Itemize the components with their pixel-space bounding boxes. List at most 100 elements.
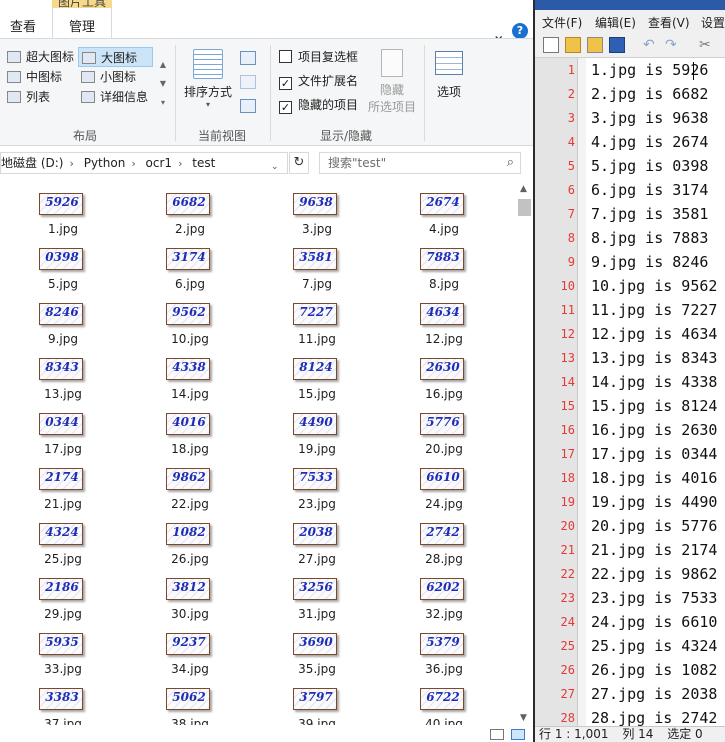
file-item[interactable]: 2742 28.jpg [399, 510, 489, 566]
line-text[interactable]: 17.jpg is 0344 [591, 442, 717, 466]
code-line[interactable]: 20 20.jpg is 5776 [535, 514, 725, 538]
captcha-thumbnail[interactable]: 4490 [293, 413, 337, 435]
menu-view[interactable]: 查看(V) [648, 14, 690, 31]
sort-by-button[interactable]: 排序方式 ▾ [182, 49, 234, 109]
line-text[interactable]: 24.jpg is 6610 [591, 610, 717, 634]
captcha-thumbnail[interactable]: 8343 [39, 358, 83, 380]
code-line[interactable]: 18 18.jpg is 4016 [535, 466, 725, 490]
file-item[interactable]: 3383 37.jpg [18, 675, 108, 725]
code-line[interactable]: 1 1.jpg is 5926 [535, 58, 725, 82]
captcha-thumbnail[interactable]: 7533 [293, 468, 337, 490]
file-name[interactable]: 30.jpg [145, 607, 235, 621]
text-editor[interactable]: 1 1.jpg is 5926 2 2.jpg is 6682 3 3.jpg is 96… [535, 58, 725, 727]
captcha-thumbnail[interactable]: 4634 [420, 303, 464, 325]
line-text[interactable]: 23.jpg is 7533 [591, 586, 717, 610]
file-item[interactable]: 6722 40.jpg [399, 675, 489, 725]
captcha-thumbnail[interactable]: 2674 [420, 193, 464, 215]
code-line[interactable]: 9 9.jpg is 8246 [535, 250, 725, 274]
file-name[interactable]: 28.jpg [399, 552, 489, 566]
file-item[interactable]: 0398 5.jpg [18, 235, 108, 291]
captcha-thumbnail[interactable]: 7227 [293, 303, 337, 325]
file-item[interactable]: 8124 15.jpg [272, 345, 362, 401]
search-icon[interactable]: ⌕ [507, 153, 514, 173]
captcha-thumbnail[interactable]: 3812 [166, 578, 210, 600]
file-item[interactable]: 6682 2.jpg [145, 180, 235, 236]
search-input[interactable]: 搜索"test" ⌕ [319, 152, 521, 174]
captcha-thumbnail[interactable]: 6202 [420, 578, 464, 600]
new-file-icon[interactable] [543, 37, 559, 53]
file-item[interactable]: 6202 32.jpg [399, 565, 489, 621]
file-name[interactable]: 34.jpg [145, 662, 235, 676]
file-item[interactable]: 9237 34.jpg [145, 620, 235, 676]
file-name[interactable]: 39.jpg [272, 717, 362, 725]
file-item[interactable]: 3174 6.jpg [145, 235, 235, 291]
code-line[interactable]: 21 21.jpg is 2174 [535, 538, 725, 562]
file-name[interactable]: 17.jpg [18, 442, 108, 456]
file-name[interactable]: 26.jpg [145, 552, 235, 566]
size-columns-icon[interactable] [240, 99, 256, 113]
file-name[interactable]: 16.jpg [399, 387, 489, 401]
file-item[interactable]: 9862 22.jpg [145, 455, 235, 511]
vertical-scrollbar[interactable]: ▲ ▼ [516, 180, 533, 725]
captcha-thumbnail[interactable]: 5379 [420, 633, 464, 655]
layout-large-icons[interactable]: 大图标 [78, 47, 153, 67]
captcha-thumbnail[interactable]: 3174 [166, 248, 210, 270]
file-item[interactable]: 2038 27.jpg [272, 510, 362, 566]
file-name[interactable]: 35.jpg [272, 662, 362, 676]
file-item[interactable]: 4324 25.jpg [18, 510, 108, 566]
captcha-thumbnail[interactable]: 4016 [166, 413, 210, 435]
file-name[interactable]: 29.jpg [18, 607, 108, 621]
line-text[interactable]: 26.jpg is 1082 [591, 658, 717, 682]
breadcrumb-python[interactable]: Python [84, 156, 126, 170]
captcha-thumbnail[interactable]: 3690 [293, 633, 337, 655]
file-name[interactable]: 25.jpg [18, 552, 108, 566]
line-text[interactable]: 1.jpg is 5926 [591, 58, 708, 82]
line-text[interactable]: 4.jpg is 2674 [591, 130, 708, 154]
captcha-thumbnail[interactable]: 3383 [39, 688, 83, 710]
file-name[interactable]: 21.jpg [18, 497, 108, 511]
line-text[interactable]: 11.jpg is 7227 [591, 298, 717, 322]
captcha-thumbnail[interactable]: 9862 [166, 468, 210, 490]
menu-settings[interactable]: 设置 [701, 14, 725, 31]
code-line[interactable]: 12 12.jpg is 4634 [535, 322, 725, 346]
save-icon[interactable] [609, 37, 625, 53]
captcha-thumbnail[interactable]: 2174 [39, 468, 83, 490]
hide-selected-items-button[interactable]: 隐藏 所选项目 [364, 49, 420, 115]
file-item[interactable]: 3256 31.jpg [272, 565, 362, 621]
file-item[interactable]: 6610 24.jpg [399, 455, 489, 511]
captcha-thumbnail[interactable]: 9638 [293, 193, 337, 215]
captcha-thumbnail[interactable]: 2742 [420, 523, 464, 545]
file-item[interactable]: 2674 4.jpg [399, 180, 489, 236]
layout-extra-large-icons[interactable]: 超大图标 [4, 47, 78, 67]
captcha-thumbnail[interactable]: 2630 [420, 358, 464, 380]
help-icon[interactable]: ? [512, 23, 528, 39]
code-line[interactable]: 5 5.jpg is 0398 [535, 154, 725, 178]
options-button[interactable]: 选项 [430, 51, 468, 100]
scrollbar-thumb[interactable] [518, 199, 531, 216]
code-line[interactable]: 2 2.jpg is 6682 [535, 82, 725, 106]
file-name[interactable]: 12.jpg [399, 332, 489, 346]
file-name[interactable]: 31.jpg [272, 607, 362, 621]
line-text[interactable]: 3.jpg is 9638 [591, 106, 708, 130]
line-text[interactable]: 9.jpg is 8246 [591, 250, 708, 274]
breadcrumb-drive[interactable]: 地磁盘 (D:) [1, 156, 63, 170]
file-name[interactable]: 13.jpg [18, 387, 108, 401]
captcha-thumbnail[interactable]: 8124 [293, 358, 337, 380]
line-text[interactable]: 14.jpg is 4338 [591, 370, 717, 394]
layout-small-icons[interactable]: 小图标 [78, 67, 153, 87]
file-item[interactable]: 0344 17.jpg [18, 400, 108, 456]
file-item[interactable]: 3812 30.jpg [145, 565, 235, 621]
file-name[interactable]: 19.jpg [272, 442, 362, 456]
breadcrumb[interactable]: 地磁盘 (D:) › Python › ocr1 › test ⌄ [0, 152, 288, 174]
scroll-down-icon[interactable]: ▼ [520, 713, 527, 723]
captcha-thumbnail[interactable]: 2186 [39, 578, 83, 600]
code-line[interactable]: 27 27.jpg is 2038 [535, 682, 725, 706]
file-name[interactable]: 14.jpg [145, 387, 235, 401]
file-item[interactable]: 2174 21.jpg [18, 455, 108, 511]
file-name[interactable]: 15.jpg [272, 387, 362, 401]
breadcrumb-test[interactable]: test [192, 156, 215, 170]
file-name[interactable]: 5.jpg [18, 277, 108, 291]
captcha-thumbnail[interactable]: 6722 [420, 688, 464, 710]
captcha-thumbnail[interactable]: 4338 [166, 358, 210, 380]
menu-file[interactable]: 文件(F) [542, 14, 582, 31]
